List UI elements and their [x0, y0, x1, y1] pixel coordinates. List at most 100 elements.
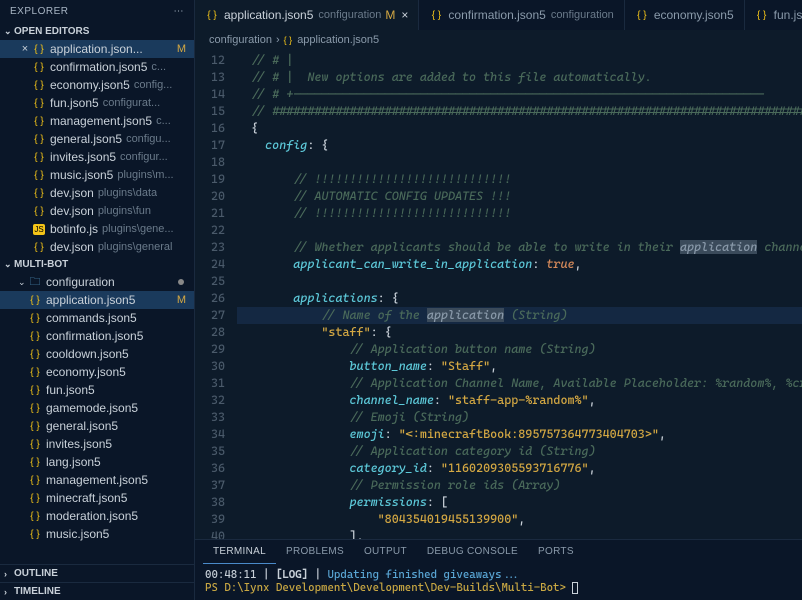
terminal-content[interactable]: 00:48:11 | [LOG] | Updating finished giv… — [195, 564, 802, 600]
file-item[interactable]: cooldown.json5 — [0, 345, 194, 363]
open-editor-item[interactable]: ×application.json...M — [0, 40, 194, 58]
file-item[interactable]: confirmation.json5 — [0, 327, 194, 345]
json5-icon — [32, 60, 46, 74]
open-editor-item[interactable]: management.json5c... — [0, 112, 194, 130]
json5-icon — [28, 311, 42, 325]
open-editor-item[interactable]: dev.jsonplugins\data — [0, 184, 194, 202]
json5-icon — [28, 329, 42, 343]
json5-icon — [28, 509, 42, 523]
main-area: application.json5configurationM×confirma… — [195, 0, 802, 600]
editor-tab[interactable]: fun.json5configuration — [745, 0, 802, 30]
json5-icon: { } — [284, 35, 293, 45]
json5-icon — [28, 347, 42, 361]
explorer-title: EXPLORER — [10, 6, 68, 17]
file-item[interactable]: lang.json5 — [0, 453, 194, 471]
timeline-section[interactable]: › TIMELINE — [0, 582, 194, 600]
open-editor-item[interactable]: music.json5plugins\m... — [0, 166, 194, 184]
folder-open-icon: 🗀 — [28, 275, 42, 289]
file-item[interactable]: management.json5 — [0, 471, 194, 489]
file-item[interactable]: application.json5M — [0, 291, 194, 309]
close-icon[interactable]: × — [401, 8, 408, 22]
chevron-right-icon: › — [4, 587, 14, 597]
open-editors-list: ×application.json...Mconfirmation.json5c… — [0, 40, 194, 256]
open-editor-item[interactable]: fun.json5configurat... — [0, 94, 194, 112]
json5-icon — [32, 96, 46, 110]
js-icon — [32, 222, 46, 236]
file-item[interactable]: commands.json5 — [0, 309, 194, 327]
json5-icon — [635, 8, 649, 22]
json5-icon — [28, 437, 42, 451]
terminal-cursor — [572, 582, 578, 594]
multibot-section[interactable]: ⌄ MULTI-BOT — [0, 256, 194, 273]
explorer-sidebar: EXPLORER ⋯ ⌄ OPEN EDITORS ×application.j… — [0, 0, 195, 600]
breadcrumb[interactable]: configuration › { } application.json5 — [195, 30, 802, 50]
outline-section[interactable]: › OUTLINE — [0, 564, 194, 582]
editor-tab[interactable]: economy.json5 — [625, 0, 745, 30]
open-editors-section[interactable]: ⌄ OPEN EDITORS — [0, 23, 194, 40]
json-icon — [32, 204, 46, 218]
file-tree: ⌄ 🗀 configuration application.json5Mcomm… — [0, 273, 194, 564]
json5-icon — [28, 527, 42, 541]
json5-icon — [28, 383, 42, 397]
terminal-tabs: TERMINALPROBLEMSOUTPUTDEBUG CONSOLEPORTS — [195, 540, 802, 564]
file-item[interactable]: fun.json5 — [0, 381, 194, 399]
json5-icon — [28, 455, 42, 469]
json5-icon — [755, 8, 769, 22]
open-editor-item[interactable]: economy.json5config... — [0, 76, 194, 94]
json5-icon — [205, 8, 219, 22]
more-icon[interactable]: ⋯ — [174, 6, 185, 17]
folder-configuration[interactable]: ⌄ 🗀 configuration — [0, 273, 194, 291]
open-editor-item[interactable]: dev.jsonplugins\general — [0, 238, 194, 256]
terminal-tab[interactable]: PROBLEMS — [276, 540, 354, 564]
terminal-tab[interactable]: TERMINAL — [203, 540, 276, 564]
json5-icon — [429, 8, 443, 22]
json5-icon — [28, 419, 42, 433]
json5-icon — [32, 132, 46, 146]
modified-dot-icon — [178, 279, 184, 285]
terminal-panel: TERMINALPROBLEMSOUTPUTDEBUG CONSOLEPORTS… — [195, 539, 802, 600]
chevron-down-icon: ⌄ — [4, 26, 14, 37]
modified-badge: M — [385, 8, 395, 22]
file-item[interactable]: economy.json5 — [0, 363, 194, 381]
file-item[interactable]: minecraft.json5 — [0, 489, 194, 507]
json-icon — [32, 186, 46, 200]
explorer-header: EXPLORER ⋯ — [0, 0, 194, 23]
terminal-tab[interactable]: DEBUG CONSOLE — [417, 540, 528, 564]
json5-icon — [32, 78, 46, 92]
terminal-tab[interactable]: OUTPUT — [354, 540, 417, 564]
json5-icon — [32, 150, 46, 164]
chevron-down-icon: ⌄ — [18, 277, 28, 288]
json5-icon — [28, 293, 42, 307]
terminal-tab[interactable]: PORTS — [528, 540, 584, 564]
modified-badge: M — [177, 294, 194, 306]
editor-tab[interactable]: confirmation.json5configuration — [419, 0, 624, 30]
json5-icon — [28, 473, 42, 487]
json-icon — [32, 240, 46, 254]
file-item[interactable]: gamemode.json5 — [0, 399, 194, 417]
chevron-down-icon: ⌄ — [4, 259, 14, 270]
open-editor-item[interactable]: dev.jsonplugins\fun — [0, 202, 194, 220]
json5-icon — [28, 491, 42, 505]
close-icon[interactable]: × — [18, 43, 32, 55]
file-item[interactable]: moderation.json5 — [0, 507, 194, 525]
open-editor-item[interactable]: botinfo.jsplugins\gene... — [0, 220, 194, 238]
json5-icon — [32, 42, 46, 56]
editor-tabs: application.json5configurationM×confirma… — [195, 0, 802, 30]
file-item[interactable]: general.json5 — [0, 417, 194, 435]
chevron-right-icon: › — [4, 569, 14, 579]
json5-icon — [28, 365, 42, 379]
json5-icon — [32, 114, 46, 128]
open-editor-item[interactable]: confirmation.json5c... — [0, 58, 194, 76]
open-editor-item[interactable]: general.json5configu... — [0, 130, 194, 148]
code-editor[interactable]: 1213141516171819202122232425262728293031… — [195, 50, 802, 539]
json5-icon — [28, 401, 42, 415]
chevron-right-icon: › — [276, 34, 280, 46]
line-numbers: 1213141516171819202122232425262728293031… — [195, 50, 237, 539]
file-item[interactable]: music.json5 — [0, 525, 194, 543]
editor-tab[interactable]: application.json5configurationM× — [195, 0, 419, 30]
file-item[interactable]: invites.json5 — [0, 435, 194, 453]
json5-icon — [32, 168, 46, 182]
modified-badge: M — [177, 43, 194, 55]
code-content[interactable]: // # | // # | New options are added to t… — [237, 50, 802, 539]
open-editor-item[interactable]: invites.json5configur... — [0, 148, 194, 166]
